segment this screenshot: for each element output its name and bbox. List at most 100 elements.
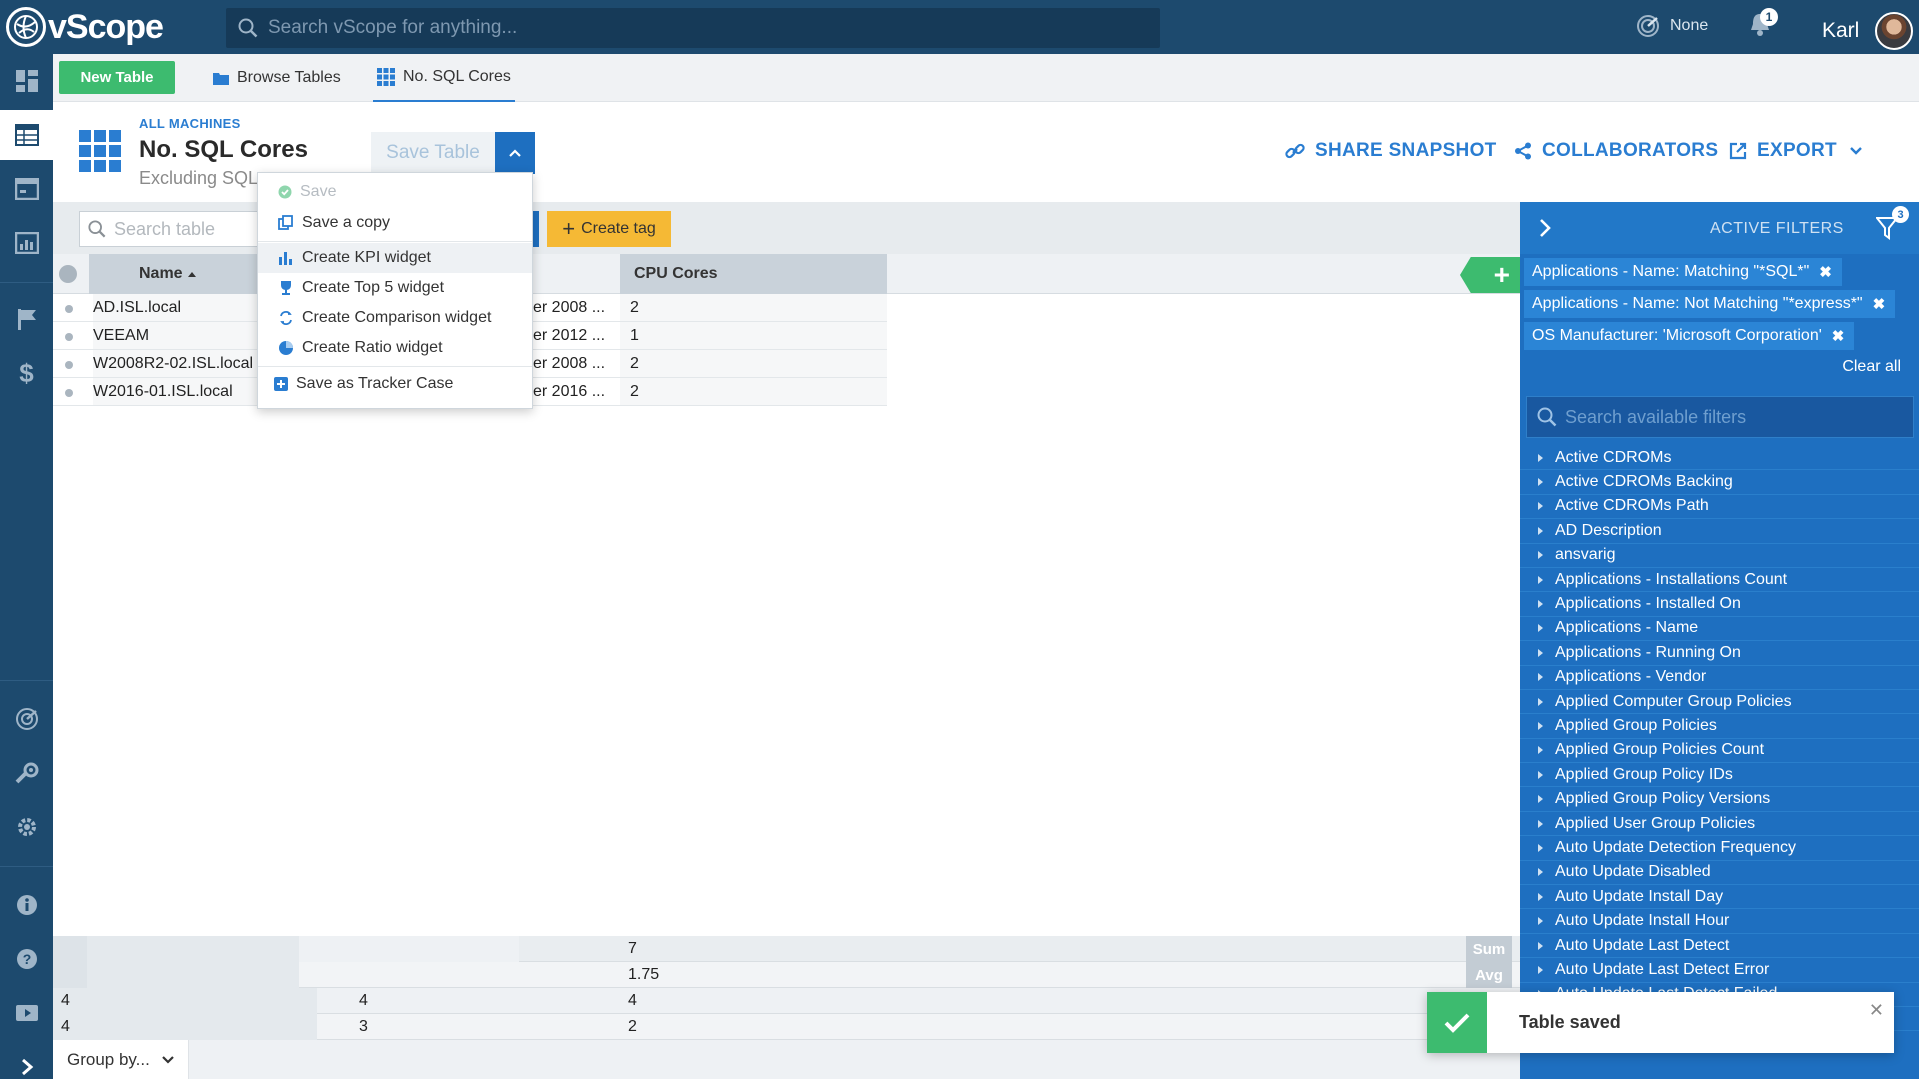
filter-list-item[interactable]: Applications - Running On [1520, 641, 1919, 666]
nav-reports[interactable] [0, 218, 53, 268]
filter-label: Applied Group Policy Versions [1555, 790, 1771, 808]
remove-filter-icon[interactable]: ✖ [1873, 295, 1886, 313]
filter-list-item[interactable]: Applied Group Policy IDs [1520, 763, 1919, 788]
active-filter-chip[interactable]: Applications - Name: Not Matching "*expr… [1524, 290, 1896, 318]
expand-triangle-icon [1538, 917, 1543, 926]
save-table-button[interactable]: Save Table [371, 132, 495, 174]
filter-list-item[interactable]: Applied Group Policies [1520, 714, 1919, 739]
table-search[interactable] [79, 211, 279, 247]
collaborators-button[interactable]: COLLABORATORS [1514, 140, 1718, 162]
filter-list-item[interactable]: Applications - Vendor [1520, 666, 1919, 690]
share-snapshot-button[interactable]: SHARE SNAPSHOT [1285, 140, 1497, 162]
new-table-button[interactable]: New Table [59, 61, 175, 94]
filter-list-item[interactable]: Applied Group Policy Versions [1520, 787, 1919, 812]
nav-costs[interactable]: $ [0, 348, 53, 398]
expand-triangle-icon [1538, 819, 1543, 828]
filter-search-input[interactable] [1565, 406, 1905, 428]
copy-icon [278, 215, 293, 230]
row-select[interactable] [65, 305, 73, 313]
filter-list-item[interactable]: Active CDROMs Backing [1520, 470, 1919, 495]
filter-list-item[interactable]: Applied User Group Policies [1520, 812, 1919, 837]
collaborators-label: COLLABORATORS [1542, 140, 1719, 161]
vscope-logo[interactable]: vScope [0, 7, 225, 47]
nav-expand[interactable] [0, 1042, 53, 1079]
avatar[interactable] [1875, 12, 1914, 50]
nav-settings[interactable] [0, 802, 53, 852]
filter-list-item[interactable]: Auto Update Disabled [1520, 861, 1919, 886]
notifications-button[interactable]: 1 [1748, 8, 1778, 42]
compare-icon [280, 311, 292, 325]
user-menu[interactable]: Karl [1822, 12, 1914, 50]
chevron-right-icon[interactable] [1538, 218, 1552, 238]
column-label: CPU Cores [634, 265, 718, 282]
tracker-selector[interactable]: None [1636, 14, 1708, 38]
table-search-input[interactable] [114, 218, 264, 240]
tab-current-table[interactable]: No. SQL Cores [373, 54, 515, 102]
row-select[interactable] [65, 389, 73, 397]
summary-row-3: 4 4 4 [53, 988, 1520, 1014]
menu-item-label: Create KPI widget [302, 249, 431, 266]
filter-list-item[interactable]: Applications - Installed On [1520, 592, 1919, 617]
row-select[interactable] [65, 333, 73, 341]
menu-item-top5-widget[interactable]: Create Top 5 widget [258, 273, 532, 303]
group-by-select[interactable]: Group by... [53, 1040, 189, 1079]
filter-label: Auto Update Install Day [1555, 887, 1724, 905]
filter-list-item[interactable]: Active CDROMs [1520, 446, 1919, 471]
filter-list-item[interactable]: Applications - Name [1520, 617, 1919, 642]
expand-triangle-icon [1538, 673, 1543, 682]
nav-video[interactable] [0, 988, 53, 1038]
menu-item-ratio-widget[interactable]: Create Ratio widget [258, 333, 532, 363]
menu-item-kpi-widget[interactable]: Create KPI widget [258, 243, 532, 273]
create-tag-label: Create tag [581, 220, 656, 237]
active-filter-chip[interactable]: Applications - Name: Matching "*SQL*" ✖ [1524, 258, 1842, 286]
nav-calendar[interactable] [0, 164, 53, 214]
wrench-gear-icon [15, 762, 38, 784]
nav-dashboards[interactable] [0, 56, 53, 106]
filter-list-item[interactable]: AD Description [1520, 519, 1919, 544]
nav-discovery[interactable] [0, 694, 53, 744]
tab-browse-tables[interactable]: Browse Tables [213, 54, 341, 102]
expand-triangle-icon [1538, 453, 1543, 462]
nav-help[interactable]: ? [0, 934, 53, 984]
menu-item-save[interactable]: Save [258, 177, 532, 207]
global-search[interactable] [226, 8, 1160, 48]
add-column-button[interactable]: + [1460, 257, 1520, 293]
column-header-cpu-cores[interactable]: CPU Cores [620, 254, 887, 294]
create-tag-button[interactable]: + Create tag [547, 211, 671, 247]
close-icon[interactable]: ✕ [1869, 1000, 1884, 1021]
clear-all-filters-link[interactable]: Clear all [1842, 358, 1901, 376]
nav-settings-tools[interactable] [0, 748, 53, 798]
active-filter-chip[interactable]: OS Manufacturer: 'Microsoft Corporation'… [1524, 322, 1855, 350]
filter-list-item[interactable]: Applications - Installations Count [1520, 568, 1919, 593]
global-search-input[interactable] [268, 17, 1148, 39]
filter-list-item[interactable]: Auto Update Detection Frequency [1520, 836, 1919, 861]
trophy-icon [281, 281, 291, 295]
filter-list-item[interactable]: Auto Update Last Detect Error [1520, 958, 1919, 983]
menu-item-label: Create Ratio widget [302, 339, 443, 356]
row-select[interactable] [65, 361, 73, 369]
filter-list-item[interactable]: Applied Group Policies Count [1520, 739, 1919, 764]
menu-item-comparison-widget[interactable]: Create Comparison widget [258, 303, 532, 333]
remove-filter-icon[interactable]: ✖ [1819, 263, 1832, 281]
remove-filter-icon[interactable]: ✖ [1832, 327, 1845, 345]
select-all-toggle[interactable] [59, 265, 77, 283]
filter-list-item[interactable]: Applied Computer Group Policies [1520, 690, 1919, 715]
nav-tracker[interactable] [0, 294, 53, 344]
filter-list-item[interactable]: Auto Update Last Detect [1520, 934, 1919, 959]
filter-list-item[interactable]: Auto Update Install Hour [1520, 909, 1919, 934]
link-icon [1285, 143, 1305, 159]
filter-search[interactable] [1526, 396, 1914, 438]
nav-info[interactable] [0, 880, 53, 930]
filter-list-item[interactable]: Auto Update Install Day [1520, 885, 1919, 910]
table-icon [14, 124, 39, 146]
filter-list-item[interactable]: Active CDROMs Path [1520, 495, 1919, 520]
available-filters-list: Active CDROMs Active CDROMs Backing Active… [1520, 446, 1919, 1079]
nav-tables[interactable] [0, 110, 53, 160]
export-menu[interactable]: EXPORT [1729, 140, 1873, 162]
breadcrumb[interactable]: ALL MACHINES [139, 116, 241, 131]
menu-item-save-copy[interactable]: Save a copy [258, 208, 532, 238]
page-title[interactable]: No. SQL Cores [139, 136, 308, 164]
save-options-toggle[interactable] [495, 132, 535, 174]
menu-item-tracker-case[interactable]: Save as Tracker Case [258, 369, 532, 399]
filter-list-item[interactable]: ansvarig [1520, 544, 1919, 568]
